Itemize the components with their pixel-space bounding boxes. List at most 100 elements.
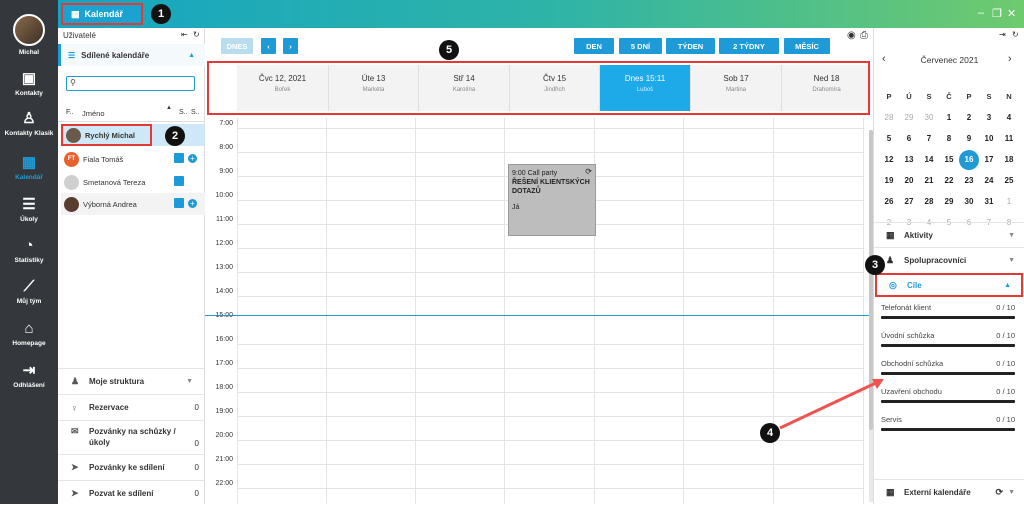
refresh-icon[interactable]: ↻	[1012, 30, 1019, 39]
close-icon[interactable]: ✕	[1007, 7, 1016, 20]
calendar-day[interactable]: 29	[899, 113, 919, 122]
calendar-day[interactable]: 6	[899, 134, 919, 143]
tab-kalendar[interactable]: ▦ Kalendář	[61, 3, 143, 25]
section-pozvanky-schuzky[interactable]: ✉ Pozvánky na schůzky / úkoly 0	[58, 420, 205, 454]
nav-item-muj-tym[interactable]: ⟋ Můj tým	[0, 278, 58, 305]
hour-label: 9:00	[219, 168, 233, 175]
add-icon[interactable]: +	[188, 199, 197, 208]
view-month-button[interactable]: MĚSÍC	[784, 38, 830, 54]
view-2weeks-button[interactable]: 2 TÝDNY	[719, 38, 779, 54]
user-search-input[interactable]: ⚲	[66, 76, 195, 91]
day-column-header[interactable]: Čtv 15 Jindřich	[510, 65, 600, 111]
section-rezervace[interactable]: ♀ Rezervace 0	[58, 394, 205, 420]
nav-item-kontakty[interactable]: ▣ Kontakty	[0, 70, 58, 97]
day-column-header[interactable]: Ned 18 Drahomíra	[782, 65, 871, 111]
calendar-day[interactable]: 13	[899, 155, 919, 164]
calendar-day[interactable]: 8	[939, 134, 959, 143]
col-s2-header[interactable]: S..	[191, 109, 200, 116]
day-column-header[interactable]: Sob 17 Martina	[691, 65, 782, 111]
col-s1-header[interactable]: S..	[179, 109, 188, 116]
calendar-icon[interactable]	[174, 176, 184, 186]
day-column-header[interactable]: Úte 13 Markéta	[329, 65, 419, 111]
calendar-day[interactable]: 1	[999, 197, 1019, 206]
calendar-day[interactable]: 10	[979, 134, 999, 143]
goal-label: Úvodní schůzka	[881, 331, 935, 340]
calendar-day[interactable]: 9	[959, 134, 979, 143]
section-aktivity[interactable]: ▦ Aktivity ▼	[874, 222, 1024, 247]
section-cile[interactable]: ◎ Cíle ▲	[875, 273, 1023, 297]
calendar-icon[interactable]	[174, 153, 184, 163]
sync-icon[interactable]: ⟳	[995, 487, 1003, 498]
calendar-day[interactable]: 27	[899, 197, 919, 206]
calendar-day[interactable]: 20	[899, 176, 919, 185]
calendar-day[interactable]: 30	[919, 113, 939, 122]
calendar-day[interactable]: 2	[959, 113, 979, 122]
section-pozvanky-sdileni[interactable]: ➤ Pozvánky ke sdílení 0	[58, 454, 205, 480]
calendar-day[interactable]: 24	[979, 176, 999, 185]
view-day-button[interactable]: DEN	[574, 38, 614, 54]
week-row: 26 27 28 29 30 31 1	[879, 191, 1019, 212]
section-spolupracovnici[interactable]: ♟ Spolupracovníci ▼	[874, 247, 1024, 272]
calendar-icon[interactable]	[174, 198, 184, 208]
section-moje-struktura[interactable]: ♟ Moje struktura ▼	[58, 368, 205, 394]
calendar-day[interactable]: 3	[979, 113, 999, 122]
calendar-day[interactable]: 17	[979, 155, 999, 164]
calendar-day[interactable]: 12	[879, 155, 899, 164]
eye-icon[interactable]: ◉	[847, 30, 856, 41]
calendar-day[interactable]: 31	[979, 197, 999, 206]
calendar-day[interactable]: 25	[999, 176, 1019, 185]
view-week-button[interactable]: TÝDEN	[666, 38, 715, 54]
refresh-icon[interactable]: ↻	[193, 30, 200, 39]
col-f-header[interactable]: F..	[66, 109, 73, 116]
nav-item-kalendar[interactable]: ▦ Kalendář	[0, 154, 58, 181]
minimize-icon[interactable]: –	[978, 7, 984, 19]
chevron-right-icon[interactable]: ›	[1008, 53, 1012, 65]
calendar-day[interactable]: 1	[939, 113, 959, 122]
next-button[interactable]: ›	[283, 38, 298, 54]
calendar-day[interactable]: 19	[879, 176, 899, 185]
today-button[interactable]: DNES	[221, 38, 253, 54]
day-column-header[interactable]: Stř 14 Karolína	[419, 65, 510, 111]
avatar[interactable]	[13, 14, 45, 46]
calendar-day[interactable]: 28	[879, 113, 899, 122]
calendar-day[interactable]: 4	[999, 113, 1019, 122]
day-column-header-today[interactable]: Dnes 15:11 Luboš	[600, 65, 691, 111]
prev-button[interactable]: ‹	[261, 38, 276, 54]
restore-icon[interactable]: ❐	[992, 7, 1002, 20]
sort-icon[interactable]: ▲	[166, 105, 172, 111]
calendar-day[interactable]: 22	[939, 176, 959, 185]
tasks-icon: ☰	[22, 196, 36, 213]
calendar-day[interactable]: 7	[919, 134, 939, 143]
calendar-day[interactable]: 28	[919, 197, 939, 206]
calendar-day[interactable]: 23	[959, 176, 979, 185]
section-externi-kalendare[interactable]: ▦ Externí kalendáře ⟳ ▼	[874, 479, 1024, 504]
expand-icon[interactable]: ⇥	[999, 30, 1006, 39]
calendar-day[interactable]: 29	[939, 197, 959, 206]
day-column-header[interactable]: Čvc 12, 2021 Bořek	[237, 65, 329, 111]
calendar-day[interactable]: 21	[919, 176, 939, 185]
col-name-header[interactable]: Jméno	[82, 109, 105, 118]
calendar-day[interactable]: 18	[999, 155, 1019, 164]
user-name: Výborná Andrea	[83, 199, 137, 209]
calendar-day[interactable]: 30	[959, 197, 979, 206]
view-5days-button[interactable]: 5 DNÍ	[619, 38, 662, 54]
table-row[interactable]: Rychlý Michal	[61, 124, 152, 146]
calendar-day[interactable]: 15	[939, 155, 959, 164]
collapse-icon[interactable]: ⇤	[181, 30, 188, 39]
shared-calendars-section[interactable]: ☰ Sdílené kalendáře ▲	[58, 44, 205, 66]
add-icon[interactable]: +	[188, 154, 197, 163]
calendar-day-today[interactable]: 16	[959, 149, 979, 170]
calendar-day[interactable]: 14	[919, 155, 939, 164]
calendar-day[interactable]: 26	[879, 197, 899, 206]
calendar-event[interactable]: ⟳ 9:00 Call party ŘEŠENÍ KLIENTSKÝCH DOT…	[508, 164, 596, 236]
nav-item-kontakty-klasik[interactable]: ♙ Kontakty Klasik	[0, 110, 58, 137]
print-icon[interactable]: ⎙	[860, 30, 868, 41]
nav-item-homepage[interactable]: ⌂ Homepage	[0, 320, 58, 347]
nav-item-statistiky[interactable]: ◔ Statistiky	[0, 237, 58, 264]
calendar-day[interactable]: 11	[999, 134, 1019, 143]
nav-item-odhlaseni[interactable]: ⇥ Odhlášení	[0, 362, 58, 389]
nav-item-ukoly[interactable]: ☰ Úkoly	[0, 196, 58, 223]
calendar-day[interactable]: 5	[879, 134, 899, 143]
section-pozvat-sdileni[interactable]: ➤ Pozvat ke sdílení 0	[58, 480, 205, 506]
week-row: 12 13 14 15 16 17 18	[879, 149, 1019, 170]
